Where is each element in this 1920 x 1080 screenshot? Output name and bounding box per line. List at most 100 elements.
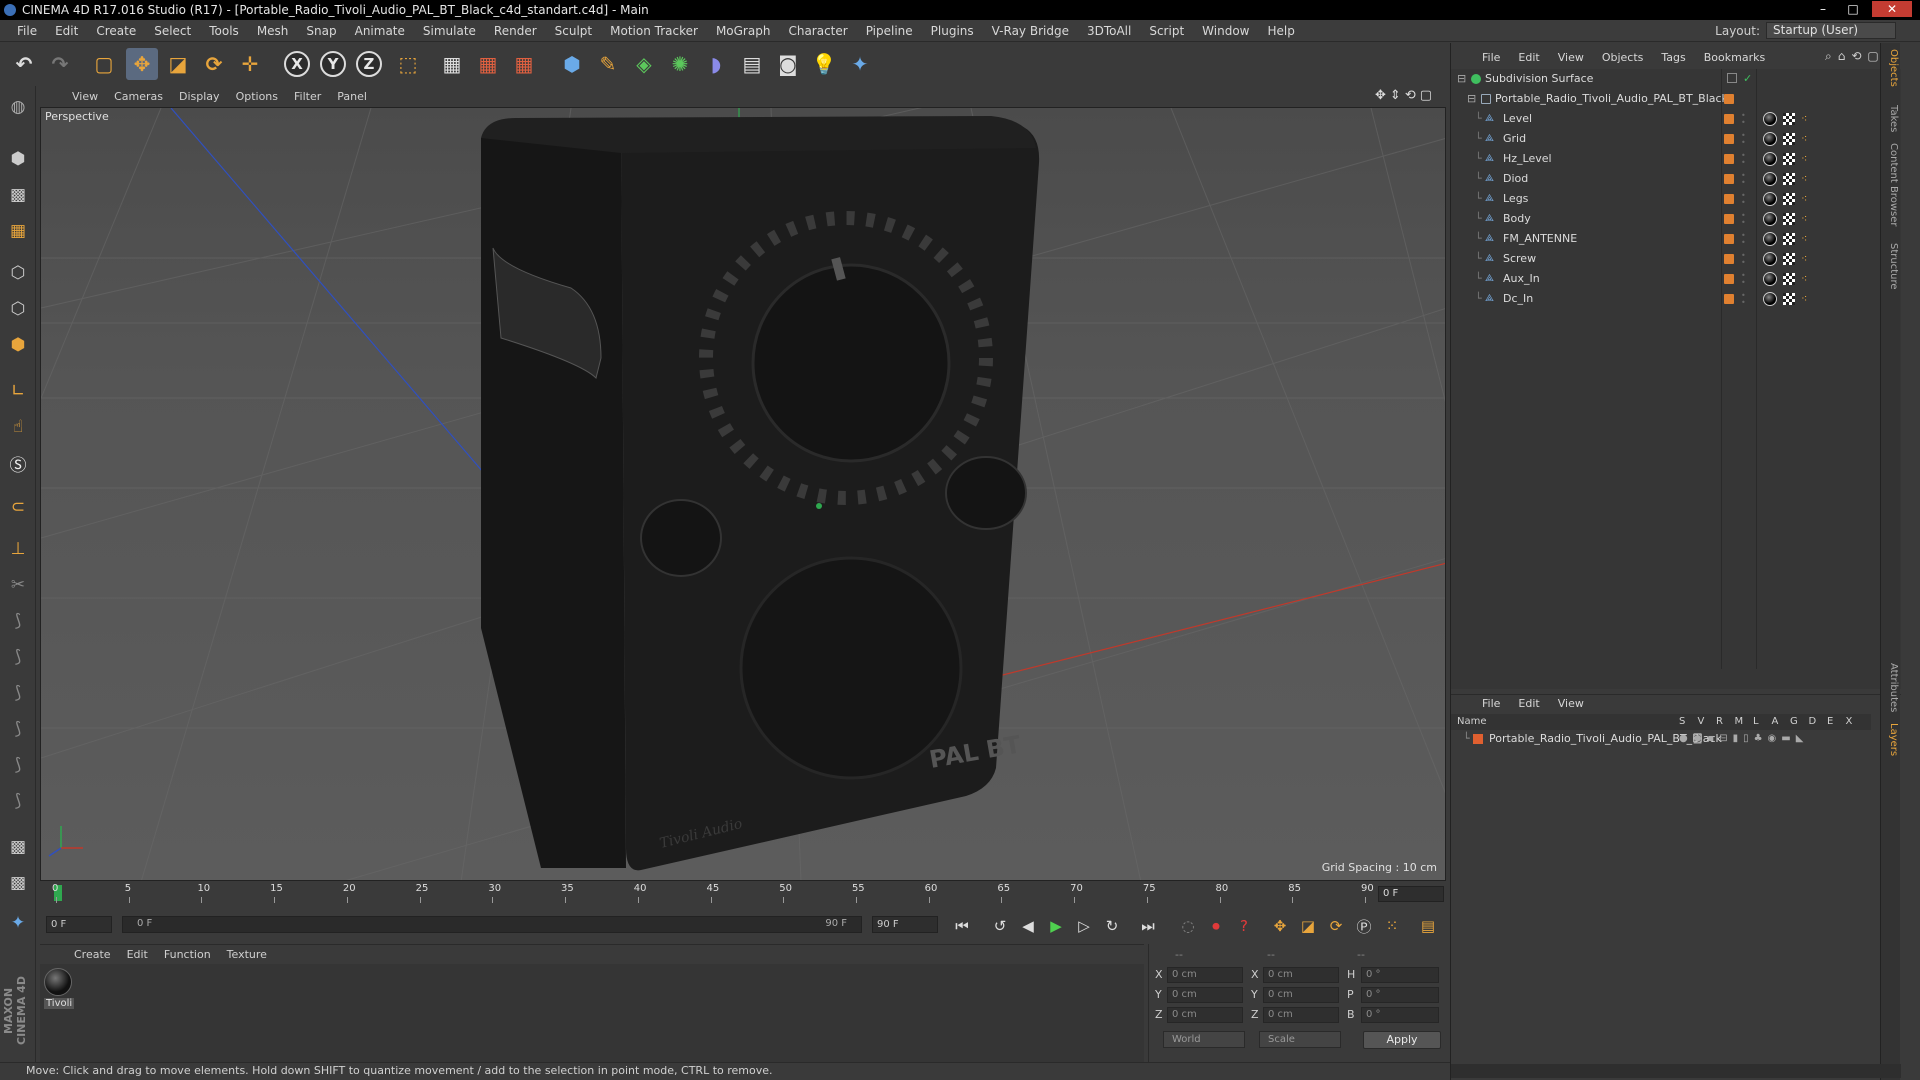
selection-tag-icon[interactable]: ⁖ [1801, 169, 1807, 189]
visibility-dots[interactable]: • • [1741, 192, 1747, 207]
timeline-window-icon[interactable]: ▤ [1416, 914, 1440, 938]
layer-color-swatch[interactable] [1473, 734, 1483, 744]
visibility-dots[interactable]: • • [1741, 172, 1747, 187]
workplane-mode-icon[interactable]: ▦ [3, 216, 33, 246]
key-point-level-icon[interactable]: ⁙ [1380, 914, 1404, 938]
material-tag-icon[interactable] [1763, 272, 1777, 286]
menu-simulate[interactable]: Simulate [414, 24, 485, 38]
material-tag-icon[interactable] [1763, 232, 1777, 246]
lm-flag-column[interactable]: G [1790, 714, 1798, 730]
menu-render[interactable]: Render [485, 24, 546, 38]
viewport-menu-panel[interactable]: Panel [329, 90, 375, 103]
material-swatch-tivoli[interactable] [44, 968, 72, 996]
pos-x-field[interactable]: 0 cm [1167, 967, 1243, 983]
layer-color-dot[interactable] [1724, 254, 1734, 264]
material-tag-icon[interactable] [1763, 292, 1777, 306]
material-menu-function[interactable]: Function [156, 948, 219, 961]
tree-row-child[interactable]: └ ⟁ Aux_In • • ⁖ [1451, 269, 1901, 289]
rot-b-field[interactable]: 0 ° [1361, 1007, 1439, 1023]
om-menu-view[interactable]: View [1549, 51, 1593, 64]
uvw-tag-icon[interactable] [1783, 173, 1795, 185]
selection-tag-icon[interactable]: ⁖ [1801, 269, 1807, 289]
tree-row-child[interactable]: └ ⟁ Screw • • ⁖ [1451, 249, 1901, 269]
key-rotation-icon[interactable]: ⟳ [1324, 914, 1348, 938]
lm-flag-column[interactable]: E [1827, 714, 1833, 730]
viewport-menu-view[interactable]: View [64, 90, 106, 103]
python-icon[interactable]: ✦ [3, 908, 33, 938]
menu-edit[interactable]: Edit [46, 24, 87, 38]
magnet-icon[interactable]: ⊂ [3, 492, 33, 522]
sculpt-flatten-icon[interactable]: ⟆ [3, 750, 33, 780]
camera-icon[interactable]: ◙ [772, 48, 804, 80]
viewport-menu-display[interactable]: Display [171, 90, 228, 103]
material-tag-icon[interactable] [1763, 172, 1777, 186]
size-z-field[interactable]: 0 cm [1263, 1007, 1339, 1023]
material-menu-texture[interactable]: Texture [219, 948, 275, 961]
tree-row-child[interactable]: └ ⟁ FM_ANTENNE • • ⁖ [1451, 229, 1901, 249]
layer-color-dot[interactable] [1724, 214, 1734, 224]
layer-color-dot[interactable] [1724, 174, 1734, 184]
menu-3dtoall[interactable]: 3DToAll [1078, 24, 1140, 38]
go-to-start-icon[interactable]: ⏮ [950, 914, 974, 938]
minimize-button[interactable]: – [1810, 1, 1836, 17]
uvw-tag-icon[interactable] [1783, 233, 1795, 245]
menu-snap[interactable]: Snap [297, 24, 345, 38]
visibility-dots[interactable]: • • [1741, 212, 1747, 227]
key-position-icon[interactable]: ✥ [1268, 914, 1292, 938]
edges-mode-icon[interactable]: ⬡ [3, 294, 33, 324]
horizontal-scrollbar[interactable] [1451, 1064, 1901, 1078]
selection-tag-icon[interactable]: ⁖ [1801, 289, 1807, 309]
coordinate-mode-dropdown[interactable]: Scale [1259, 1031, 1341, 1048]
mograph-cloner-icon[interactable]: ✺ [664, 48, 696, 80]
tree-row-radio-parent[interactable]: ⊟ Portable_Radio_Tivoli_Audio_PAL_BT_Bla… [1451, 89, 1901, 109]
uvw-tag-icon[interactable] [1783, 153, 1795, 165]
model-mode-icon[interactable]: ⬢ [3, 144, 33, 174]
tree-row-child[interactable]: └ ⟁ Dc_In • • ⁖ [1451, 289, 1901, 309]
deformer-bend-icon[interactable]: ◗ [700, 48, 732, 80]
uvw-tag-icon[interactable] [1783, 213, 1795, 225]
menu-vray-bridge[interactable]: V-Ray Bridge [983, 24, 1078, 38]
uvw-tag-icon[interactable] [1783, 293, 1795, 305]
visibility-dots[interactable]: • • [1741, 232, 1747, 247]
material-tag-icon[interactable] [1763, 252, 1777, 266]
om-search-home-icons[interactable]: ⌕⌂⟲▢ [1825, 49, 1885, 64]
scale-tool-icon[interactable]: ◪ [162, 48, 194, 80]
menu-create[interactable]: Create [87, 24, 145, 38]
tab-takes[interactable]: Takes [1883, 105, 1899, 132]
layer-color-dot[interactable] [1724, 234, 1734, 244]
pos-z-field[interactable]: 0 cm [1167, 1007, 1243, 1023]
lm-flag-column[interactable]: L [1753, 714, 1759, 730]
sculpt-inflate-icon[interactable]: ⟆ [3, 678, 33, 708]
z-axis-lock-button[interactable]: Z [356, 51, 382, 77]
make-editable-icon[interactable]: ◍ [3, 92, 33, 122]
end-frame-field[interactable]: 90 F [872, 916, 938, 933]
layer-color-dot[interactable] [1724, 134, 1734, 144]
visibility-dots[interactable]: • • [1741, 272, 1747, 287]
tree-row-child[interactable]: └ ⟁ Body • • ⁖ [1451, 209, 1901, 229]
key-scale-icon[interactable]: ◪ [1296, 914, 1320, 938]
menu-motion-tracker[interactable]: Motion Tracker [601, 24, 707, 38]
om-menu-edit[interactable]: Edit [1509, 51, 1548, 64]
render-view-icon[interactable]: ▦ [436, 48, 468, 80]
points-mode-icon[interactable]: ⬡ [3, 258, 33, 288]
viewport-menu-options[interactable]: Options [228, 90, 286, 103]
material-tag-icon[interactable] [1763, 132, 1777, 146]
menu-animate[interactable]: Animate [346, 24, 414, 38]
material-tag-icon[interactable] [1763, 192, 1777, 206]
size-x-field[interactable]: 0 cm [1263, 967, 1339, 983]
rotate-tool-icon[interactable]: ⟳ [198, 48, 230, 80]
knife-tool-icon[interactable]: ✂ [3, 570, 33, 600]
undo-icon[interactable]: ↶ [8, 48, 40, 80]
coordinate-system-icon[interactable]: ⬚ [392, 48, 424, 80]
layer-color-dot[interactable] [1724, 94, 1734, 104]
close-button[interactable]: ✕ [1872, 1, 1912, 17]
sculpt-pull-icon[interactable]: ⟆ [3, 606, 33, 636]
selection-tag-icon[interactable]: ⁖ [1801, 249, 1807, 269]
previous-keyframe-icon[interactable]: ↺ [988, 914, 1012, 938]
tree-row-subdivision-surface[interactable]: ⊟ Subdivision Surface ✓ [1451, 69, 1901, 89]
render-settings-icon[interactable]: ▦ [508, 48, 540, 80]
lm-flag-column[interactable]: V [1698, 714, 1705, 730]
om-menu-file[interactable]: File [1473, 51, 1509, 64]
lm-menu-file[interactable]: File [1473, 697, 1509, 710]
menu-help[interactable]: Help [1258, 24, 1303, 38]
